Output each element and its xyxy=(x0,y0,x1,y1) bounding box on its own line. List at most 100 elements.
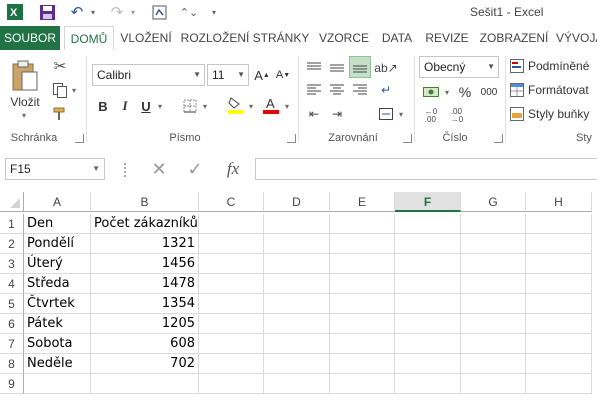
cell-f4[interactable] xyxy=(395,274,461,294)
cell-b9[interactable] xyxy=(91,374,199,394)
cell-f2[interactable] xyxy=(395,234,461,254)
tab-home[interactable]: DOMŮ xyxy=(64,26,114,50)
cell-g6[interactable] xyxy=(461,314,526,334)
cell-h5[interactable] xyxy=(526,294,592,314)
grow-font-button[interactable]: A ▲ xyxy=(253,64,271,86)
cell-a2[interactable]: Pondělí xyxy=(24,234,91,254)
cell-a7[interactable]: Sobota xyxy=(24,334,91,354)
cell-b4[interactable]: 1478 xyxy=(91,274,199,294)
cell-d1[interactable] xyxy=(264,214,330,234)
align-top-icon[interactable] xyxy=(304,58,324,78)
cell-c9[interactable] xyxy=(199,374,264,394)
copy-dropdown-icon[interactable]: ▾ xyxy=(70,84,78,96)
redo-dropdown-icon[interactable]: ▾ xyxy=(128,3,138,21)
cell-g2[interactable] xyxy=(461,234,526,254)
fill-color-icon[interactable] xyxy=(226,94,246,116)
cell-d8[interactable] xyxy=(264,354,330,374)
alignment-launcher-icon[interactable] xyxy=(403,134,412,143)
paste-dropdown-icon[interactable]: ▾ xyxy=(18,110,30,120)
italic-button[interactable]: I xyxy=(116,96,134,116)
cell-b8[interactable]: 702 xyxy=(91,354,199,374)
number-launcher-icon[interactable] xyxy=(494,134,503,143)
align-center-icon[interactable] xyxy=(327,80,347,100)
insert-function-button[interactable]: fx xyxy=(218,158,248,180)
paste-label[interactable]: Vložit xyxy=(6,94,44,110)
cell-h4[interactable] xyxy=(526,274,592,294)
tab-review[interactable]: REVIZE xyxy=(422,26,472,50)
cell-c4[interactable] xyxy=(199,274,264,294)
fill-color-dropdown-icon[interactable]: ▾ xyxy=(247,100,255,112)
clipboard-launcher-icon[interactable] xyxy=(75,134,84,143)
font-color-dropdown-icon[interactable]: ▾ xyxy=(283,100,291,112)
cell-e3[interactable] xyxy=(330,254,395,274)
thousands-button[interactable]: 000 xyxy=(478,82,500,102)
increase-decimal-icon[interactable]: ←0.00 xyxy=(420,106,442,126)
row-header[interactable]: 2 xyxy=(0,234,24,254)
wrap-text-icon[interactable]: ↵ xyxy=(376,80,396,100)
orientation-icon[interactable]: ab↗ xyxy=(374,58,397,78)
font-color-icon[interactable]: A xyxy=(261,94,281,116)
tab-page-layout[interactable]: ROZLOŽENÍ STRÁNKY xyxy=(180,26,310,50)
customize-qat-icon[interactable]: ▾ xyxy=(208,3,220,21)
cell-f3[interactable] xyxy=(395,254,461,274)
cell-h3[interactable] xyxy=(526,254,592,274)
cell-g4[interactable] xyxy=(461,274,526,294)
undo-icon[interactable]: ↶ xyxy=(68,3,86,21)
cell-c2[interactable] xyxy=(199,234,264,254)
column-header-f[interactable]: F xyxy=(395,192,461,212)
decrease-indent-icon[interactable]: ⇤ xyxy=(304,104,324,124)
paste-button[interactable] xyxy=(6,58,44,94)
tab-formulas[interactable]: VZORCE xyxy=(316,26,372,50)
cell-c3[interactable] xyxy=(199,254,264,274)
number-format-select[interactable]: Obecný ▼ xyxy=(419,56,499,78)
column-header-b[interactable]: B xyxy=(91,192,199,212)
cut-icon[interactable]: ✂ xyxy=(50,56,70,76)
currency-icon[interactable] xyxy=(420,82,442,102)
align-left-icon[interactable] xyxy=(304,80,324,100)
cell-f8[interactable] xyxy=(395,354,461,374)
cell-b2[interactable]: 1321 xyxy=(91,234,199,254)
redo-icon[interactable]: ↷ xyxy=(108,3,126,21)
borders-icon[interactable] xyxy=(180,96,200,116)
cell-c6[interactable] xyxy=(199,314,264,334)
cell-e4[interactable] xyxy=(330,274,395,294)
touch-mode-icon[interactable] xyxy=(150,3,168,21)
cell-e8[interactable] xyxy=(330,354,395,374)
column-header-c[interactable]: C xyxy=(199,192,264,212)
undo-dropdown-icon[interactable]: ▾ xyxy=(88,3,98,21)
enter-icon[interactable]: ✓ xyxy=(180,158,210,180)
cell-g5[interactable] xyxy=(461,294,526,314)
cell-f5[interactable] xyxy=(395,294,461,314)
underline-button[interactable]: U xyxy=(137,96,155,116)
cell-e2[interactable] xyxy=(330,234,395,254)
cell-a9[interactable] xyxy=(24,374,91,394)
cell-styles-button[interactable]: Styly buňky xyxy=(510,104,597,124)
cell-a4[interactable]: Středa xyxy=(24,274,91,294)
cell-f1[interactable] xyxy=(395,214,461,234)
cell-b3[interactable]: 1456 xyxy=(91,254,199,274)
cell-d7[interactable] xyxy=(264,334,330,354)
row-header[interactable]: 4 xyxy=(0,274,24,294)
font-launcher-icon[interactable] xyxy=(287,134,296,143)
merge-center-icon[interactable] xyxy=(376,104,396,124)
cell-g3[interactable] xyxy=(461,254,526,274)
bold-button[interactable]: B xyxy=(94,96,112,116)
format-painter-icon[interactable] xyxy=(50,104,70,124)
align-right-icon[interactable] xyxy=(350,80,370,100)
align-middle-icon[interactable] xyxy=(327,58,347,78)
currency-dropdown-icon[interactable]: ▾ xyxy=(443,86,451,98)
cell-b1[interactable]: Počet zákazníků xyxy=(91,214,199,234)
cell-a5[interactable]: Čtvrtek xyxy=(24,294,91,314)
cell-b7[interactable]: 608 xyxy=(91,334,199,354)
cell-h6[interactable] xyxy=(526,314,592,334)
cell-h7[interactable] xyxy=(526,334,592,354)
cell-d6[interactable] xyxy=(264,314,330,334)
row-header[interactable]: 7 xyxy=(0,334,24,354)
cell-e6[interactable] xyxy=(330,314,395,334)
cancel-icon[interactable]: ✕ xyxy=(144,158,174,180)
cell-h1[interactable] xyxy=(526,214,592,234)
tab-insert[interactable]: VLOŽENÍ xyxy=(117,26,175,50)
tab-data[interactable]: DATA xyxy=(377,26,417,50)
cell-a8[interactable]: Neděle xyxy=(24,354,91,374)
cell-e7[interactable] xyxy=(330,334,395,354)
